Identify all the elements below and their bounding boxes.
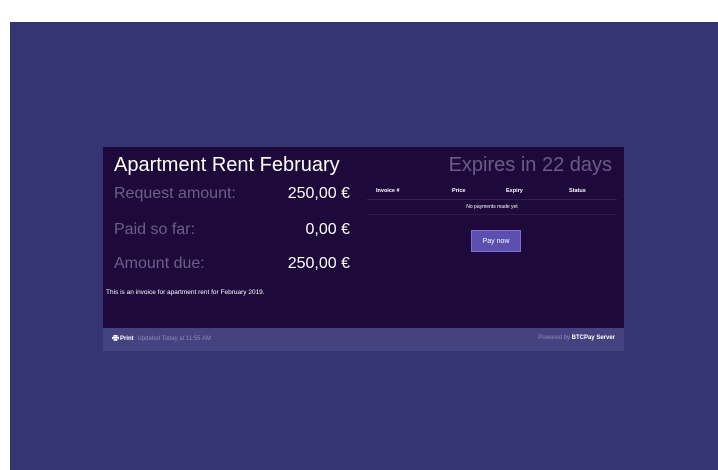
amount-due-row: Amount due: 250,00 € <box>114 255 350 279</box>
powered-by: Powered by BTCPay Server <box>538 335 615 341</box>
payment-request-card: Apartment Rent February Expires in 22 da… <box>103 147 624 351</box>
updated-timestamp: Updated Today at 11:55 AM <box>137 336 211 342</box>
print-link[interactable]: Print <box>112 335 135 342</box>
invoice-title: Apartment Rent February <box>114 154 340 176</box>
footer-left: Print Updated Today at 11:55 AM <box>112 335 211 342</box>
paid-so-far-value: 0,00 € <box>305 221 350 238</box>
printer-icon <box>112 335 119 341</box>
column-header-status: Status <box>569 188 586 194</box>
request-amount-label: Request amount: <box>114 185 236 202</box>
column-header-invoice: Invoice # <box>376 188 400 194</box>
expiry-text: Expires in 22 days <box>448 154 612 176</box>
amount-due-value: 250,00 € <box>287 255 350 272</box>
empty-payments-message: No payments made yet <box>367 200 617 215</box>
payments-table: Invoice # Price Expiry Status No payment… <box>367 183 617 252</box>
card-body: Apartment Rent February Expires in 22 da… <box>103 147 624 327</box>
amount-due-label: Amount due: <box>114 255 205 272</box>
invoice-description: This is an invoice for apartment rent fo… <box>106 289 265 296</box>
paid-so-far-label: Paid so far: <box>114 221 195 238</box>
btcpay-server-link[interactable]: BTCPay Server <box>572 335 615 341</box>
card-footer: Print Updated Today at 11:55 AM Powered … <box>103 328 624 351</box>
paid-so-far-row: Paid so far: 0,00 € <box>114 221 350 245</box>
request-amount-row: Request amount: 250,00 € <box>114 185 350 209</box>
powered-by-prefix: Powered by <box>538 335 570 341</box>
pay-now-button[interactable]: Pay now <box>471 230 521 252</box>
print-label: Print <box>120 336 134 342</box>
table-header-row: Invoice # Price Expiry Status <box>367 183 617 200</box>
request-amount-value: 250,00 € <box>287 185 350 202</box>
column-header-price: Price <box>452 188 466 194</box>
column-header-expiry: Expiry <box>506 188 523 194</box>
